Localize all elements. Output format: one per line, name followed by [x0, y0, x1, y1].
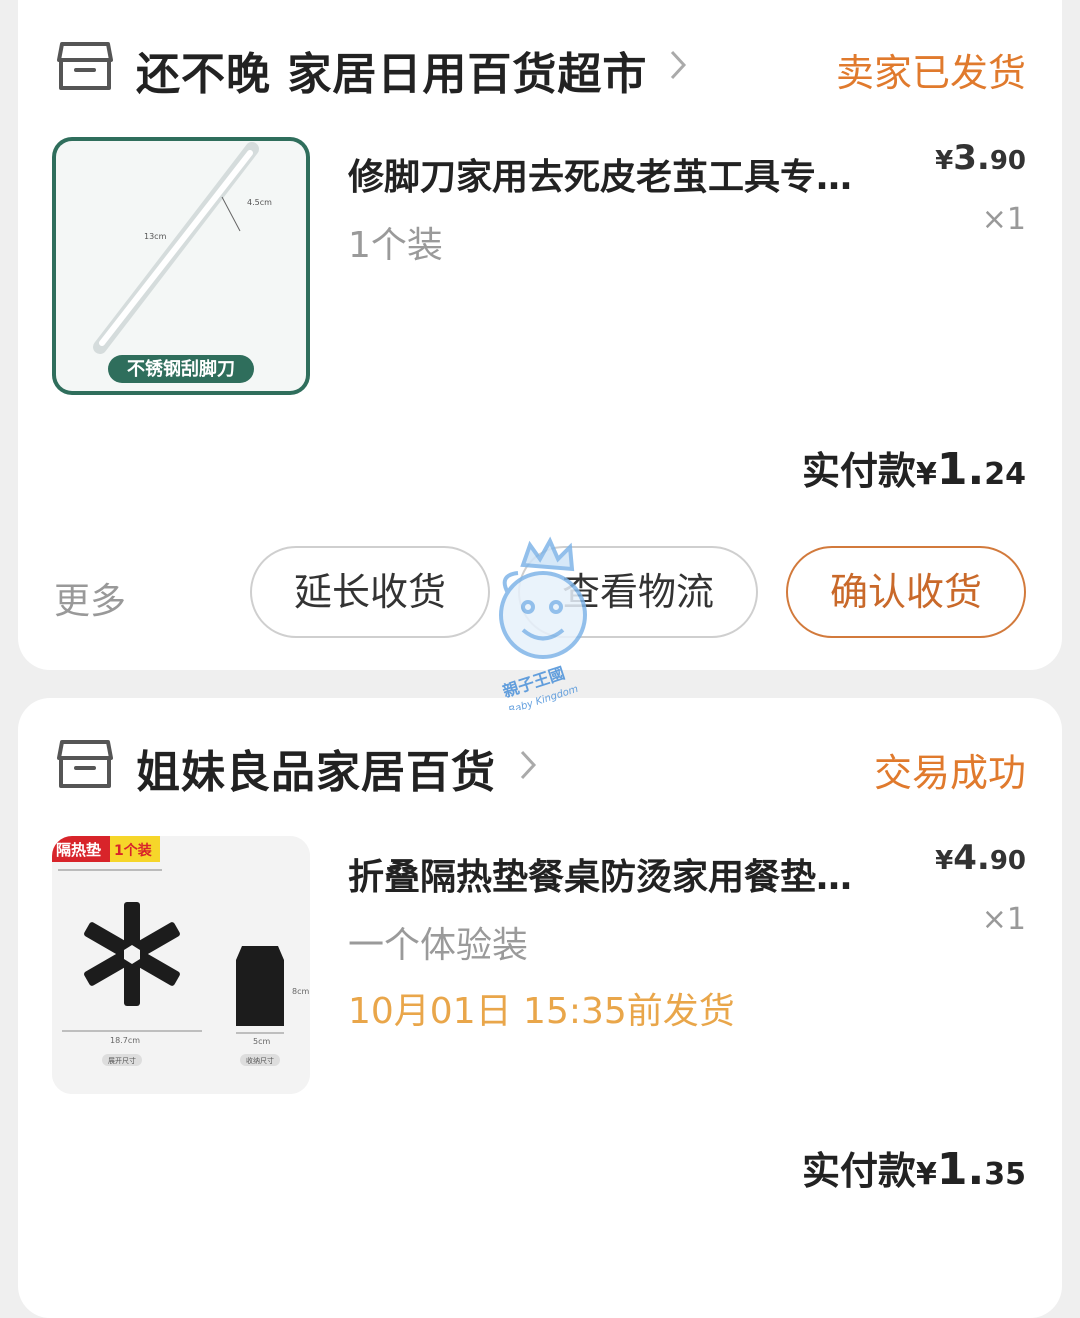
- order-card: 姐妹良品家居百货 交易成功 隔热垫 1个装 18.7cm 5cm 8cm 展开尺…: [18, 698, 1062, 1318]
- order-status: 交易成功: [873, 751, 1026, 795]
- product-image-art: 13cm 4.5cm 不锈钢刮脚刀: [56, 141, 306, 391]
- dim-span: 18.7cm: [110, 1036, 140, 1045]
- dim-height: 8cm: [292, 987, 309, 996]
- store-name[interactable]: 还不晚 家居日用百货超市: [136, 38, 647, 102]
- shipping-deadline: 10月01日 15:35前发货: [348, 991, 735, 1032]
- caption-open: 展开尺寸: [108, 1056, 136, 1065]
- store-icon: [57, 740, 113, 788]
- confirm-receipt-button[interactable]: 确认收货: [786, 546, 1026, 638]
- product-spec: 一个体验装: [348, 925, 529, 966]
- product-title[interactable]: 折叠隔热垫餐桌防烫家用餐垫…: [348, 848, 908, 900]
- unit-price: ¥4.90: [935, 838, 1026, 878]
- chevron-right-icon[interactable]: [668, 48, 688, 82]
- product-title[interactable]: 修脚刀家用去死皮老茧工具专…: [348, 148, 908, 200]
- product-spec: 1个装: [348, 225, 443, 266]
- product-image-art: 隔热垫 1个装 18.7cm 5cm 8cm 展开尺寸 收纳尺寸: [52, 836, 310, 1094]
- caption-folded: 收纳尺寸: [246, 1056, 274, 1065]
- store-icon: [57, 42, 113, 90]
- dim-width: 4.5cm: [247, 198, 272, 207]
- product-image[interactable]: 13cm 4.5cm 不锈钢刮脚刀: [52, 137, 310, 395]
- quantity: ×1: [981, 202, 1026, 237]
- quantity: ×1: [981, 902, 1026, 937]
- unit-price: ¥3.90: [935, 138, 1026, 178]
- amount-paid: 实付款¥1.24: [802, 444, 1026, 495]
- order-status: 卖家已发货: [835, 51, 1026, 95]
- dim-width: 5cm: [253, 1037, 270, 1046]
- chevron-right-icon[interactable]: [518, 748, 538, 782]
- amount-paid: 实付款¥1.35: [802, 1144, 1026, 1195]
- more-button[interactable]: 更多: [54, 572, 126, 624]
- extend-receipt-button[interactable]: 延长收货: [250, 546, 490, 638]
- product-image[interactable]: 隔热垫 1个装 18.7cm 5cm 8cm 展开尺寸 收纳尺寸: [52, 836, 310, 1094]
- image-tag-b: 1个装: [114, 842, 153, 859]
- dim-length: 13cm: [144, 232, 167, 241]
- image-tag-a: 隔热垫: [56, 841, 101, 859]
- watermark-logo: 親子王國 Baby Kingdom: [499, 536, 587, 710]
- store-name[interactable]: 姐妹良品家居百货: [136, 736, 496, 800]
- image-label: 不锈钢刮脚刀: [127, 358, 235, 380]
